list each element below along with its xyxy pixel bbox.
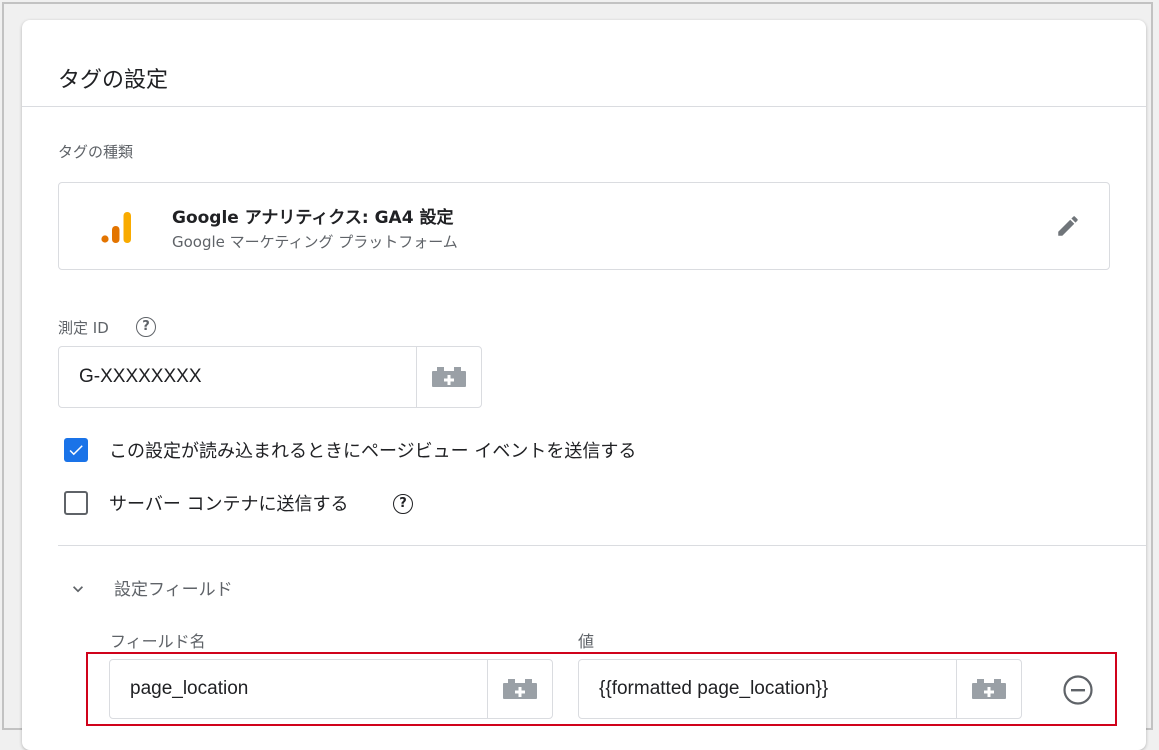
help-icon[interactable]: ? xyxy=(393,494,413,514)
help-icon[interactable]: ? xyxy=(136,317,156,337)
tag-type-vendor: Google マーケティング プラットフォーム xyxy=(172,233,458,251)
send-pageview-option[interactable]: この設定が読み込まれるときにページビュー イベントを送信する xyxy=(64,437,636,463)
highlight-annotation-box xyxy=(86,652,1117,726)
screenshot-frame: タグの設定 タグの種類 Google アナリティクス: GA4 設定 Googl… xyxy=(2,2,1153,750)
variable-brick-icon xyxy=(432,367,466,387)
measurement-id-input[interactable]: G-XXXXXXXX xyxy=(59,347,416,407)
title-divider xyxy=(22,106,1146,107)
tag-type-label: タグの種類 xyxy=(58,143,134,161)
chevron-down-icon[interactable] xyxy=(68,579,88,599)
value-column-header: 値 xyxy=(578,632,595,651)
server-container-label: サーバー コンテナに送信する xyxy=(109,494,349,515)
server-container-checkbox[interactable] xyxy=(64,491,88,515)
send-pageview-label: この設定が読み込まれるときにページビュー イベントを送信する xyxy=(109,441,637,462)
pencil-icon[interactable] xyxy=(1055,213,1081,239)
send-pageview-checkbox[interactable] xyxy=(64,438,88,462)
tag-configuration-panel: タグの設定 タグの種類 Google アナリティクス: GA4 設定 Googl… xyxy=(22,20,1146,750)
google-analytics-icon xyxy=(101,212,131,243)
variable-picker-button[interactable] xyxy=(416,347,481,407)
measurement-id-field: G-XXXXXXXX xyxy=(58,346,482,408)
tag-type-selector[interactable]: Google アナリティクス: GA4 設定 Google マーケティング プラ… xyxy=(58,182,1110,270)
panel-title: タグの設定 xyxy=(58,68,169,93)
field-name-column-header: フィールド名 xyxy=(110,632,206,651)
measurement-id-label: 測定 ID xyxy=(58,319,109,337)
server-container-option[interactable]: サーバー コンテナに送信する xyxy=(64,490,349,516)
fields-to-set-header[interactable]: 設定フィールド xyxy=(114,575,233,600)
tag-type-name: Google アナリティクス: GA4 設定 xyxy=(172,208,454,228)
checkmark-icon xyxy=(69,445,83,456)
section-divider xyxy=(58,545,1146,546)
